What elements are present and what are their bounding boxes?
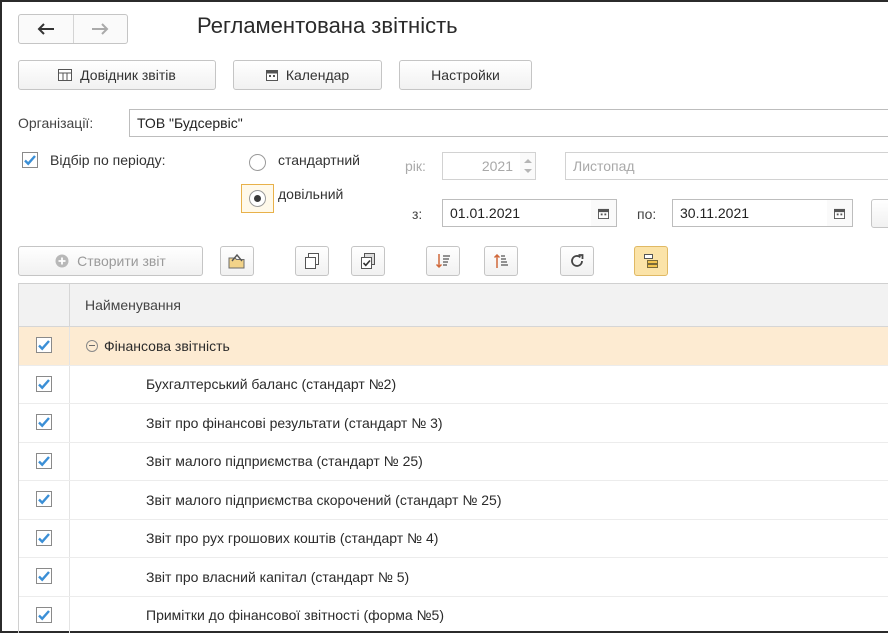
page-title: Регламентована звітність [197,13,458,38]
organization-value: ТОВ "Будсервіс" [137,115,243,131]
open-folder-button[interactable] [220,246,254,276]
calendar-label: Календар [285,67,350,83]
row-checkbox[interactable] [36,606,52,623]
row-checkbox[interactable] [36,375,52,392]
back-button[interactable] [19,15,73,43]
from-label: з: [412,206,423,222]
organization-label: Організації: [18,115,94,131]
group-name: Фінансова звітність [104,337,230,354]
row-name: Примітки до фінансової звітності (форма … [146,607,444,624]
arrow-left-icon [37,23,54,35]
create-report-button[interactable]: Створити звіт [18,246,203,276]
to-date-value: 30.11.2021 [680,205,750,221]
row-name: Звіт про рух грошових коштів (стандарт №… [146,530,439,547]
year-field[interactable]: 2021 [442,152,521,180]
row-checkbox-cell [19,558,70,596]
to-date-calendar-button[interactable] [827,199,853,227]
row-checkbox-cell [19,404,70,442]
radio-standard[interactable] [249,154,266,171]
month-value: Листопад [573,158,635,174]
row-name: Звіт про фінансові результати (стандарт … [146,414,443,431]
table-header: Найменування [19,284,888,327]
period-filter-checkbox[interactable] [22,152,38,168]
period-select-button[interactable] [871,199,888,228]
row-checkbox-cell [19,481,70,519]
settings-button[interactable]: Настройки [399,60,532,90]
column-header-name[interactable]: Найменування [70,297,181,313]
nav-group [18,14,128,44]
table-row[interactable]: Звіт про фінансові результати (стандарт … [19,404,888,443]
year-stepper[interactable] [520,152,536,180]
radio-custom[interactable] [249,190,266,207]
year-label: рік: [405,158,426,174]
table-row[interactable]: Звіт малого підприємства (стандарт № 25) [19,442,888,481]
month-field[interactable]: Листопад [565,152,888,180]
calendar-icon [834,208,845,219]
radio-custom-label: довільний [278,186,344,202]
create-report-label: Створити звіт [77,253,166,269]
table-group-row[interactable]: Фінансова звітність [19,327,888,366]
copy-icon [305,253,319,269]
row-checkbox[interactable] [36,491,52,507]
row-name: Звіт малого підприємства скорочений (ста… [146,491,502,508]
table-row[interactable]: Звіт малого підприємства скорочений (ста… [19,481,888,520]
row-checkbox-cell [19,442,70,480]
table-row[interactable]: Звіт про рух грошових коштів (стандарт №… [19,519,888,558]
from-date-value: 01.01.2021 [450,205,521,221]
calendar-icon [265,70,278,81]
period-filter-label: Відбір по періоду: [50,152,166,168]
row-name: Звіт малого підприємства (стандарт № 25) [146,453,423,470]
reports-directory-label: Довідник звітів [80,67,176,83]
table-icon [58,69,73,81]
table-row[interactable]: Бухгалтерський баланс (стандарт №2) [19,365,888,404]
forward-button[interactable] [72,15,128,43]
row-checkbox-cell [19,327,70,365]
row-checkbox-cell [19,596,70,633]
to-date-field[interactable]: 30.11.2021 [672,199,828,227]
arrow-right-icon [92,23,109,35]
from-date-calendar-button[interactable] [591,199,617,227]
table-row[interactable]: Звіт про власний капітал (стандарт № 5) [19,558,888,597]
row-checkbox-cell [19,519,70,557]
row-checkbox[interactable] [36,568,52,584]
calendar-button[interactable]: Календар [233,60,382,90]
copy-checked-button[interactable] [351,246,385,276]
refresh-button[interactable] [560,246,594,276]
organization-field[interactable]: ТОВ "Будсервіс" [129,109,888,137]
row-name: Бухгалтерський баланс (стандарт №2) [146,376,397,393]
refresh-icon [571,254,584,267]
table-row[interactable]: Примітки до фінансової звітності (форма … [19,596,888,633]
copy-checked-icon [361,253,375,269]
settings-label: Настройки [431,67,500,83]
row-checkbox[interactable] [36,529,52,546]
collapse-icon[interactable] [86,339,98,352]
sort-descending-button[interactable] [426,246,460,276]
to-label: по: [637,206,657,222]
row-checkbox[interactable] [36,337,52,353]
group-toggle-button[interactable] [634,246,668,276]
calendar-icon [598,208,609,219]
row-name: Звіт про власний капітал (стандарт № 5) [146,568,410,585]
copy-button[interactable] [295,246,329,276]
checkbox-column-header [19,284,70,326]
reports-directory-button[interactable]: Довідник звітів [18,60,216,90]
radio-standard-label: стандартний [278,152,360,168]
from-date-field[interactable]: 01.01.2021 [442,199,592,227]
reports-table: Найменування Фінансова звітність Бухгалт… [18,283,888,633]
sort-descending-icon [435,254,450,269]
sort-ascending-button[interactable] [484,246,518,276]
sort-ascending-icon [493,253,508,268]
row-checkbox[interactable] [36,414,52,430]
row-checkbox[interactable] [36,452,52,469]
group-toggle-icon [644,254,658,268]
open-folder-icon [228,253,245,269]
plus-circle-icon [55,254,69,268]
year-value: 2021 [481,158,513,174]
row-checkbox-cell [19,365,70,403]
